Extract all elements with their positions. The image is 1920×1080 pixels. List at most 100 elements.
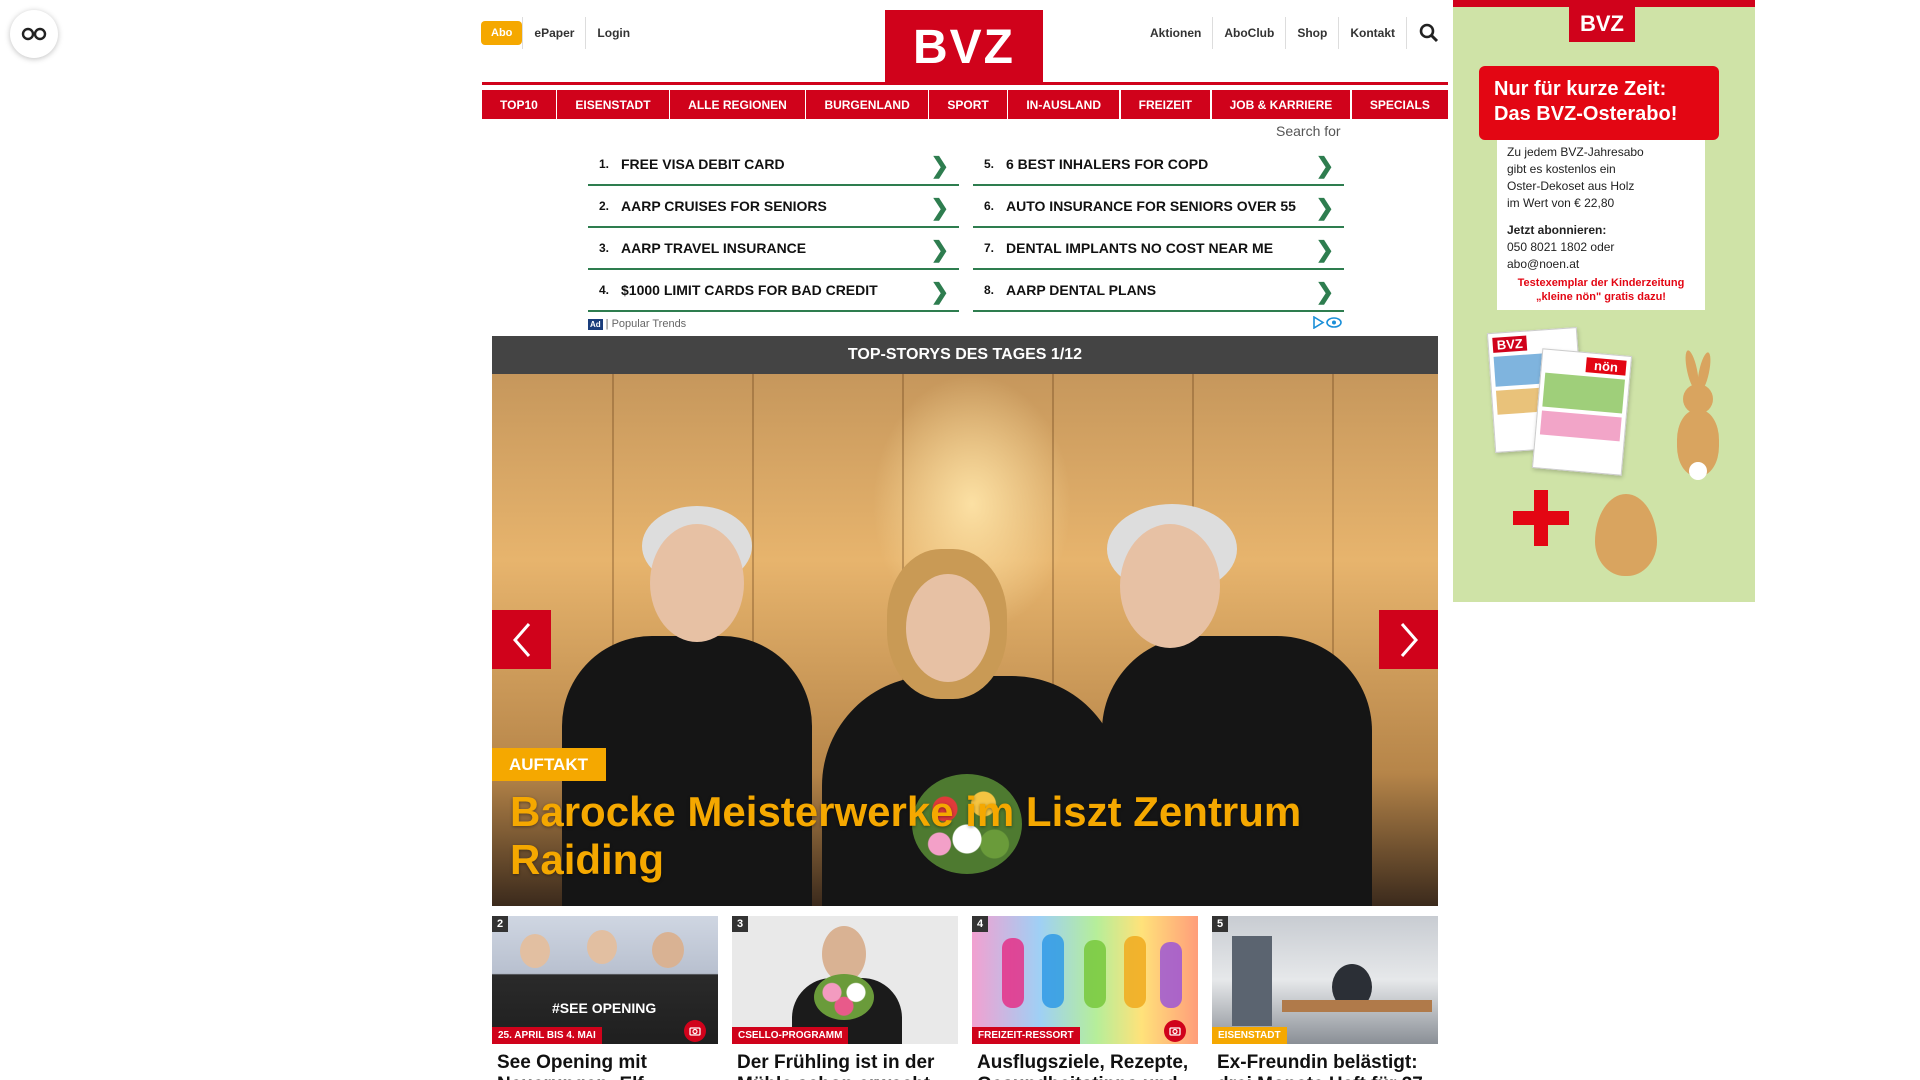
- ad-body-line: im Wert von € 22,80: [1507, 196, 1615, 210]
- ad-text: AARP TRAVEL INSURANCE: [621, 240, 807, 256]
- ad-text: AARP DENTAL PLANS: [1006, 282, 1157, 298]
- kontakt-link[interactable]: Kontakt: [1339, 17, 1407, 49]
- hero-title[interactable]: Barocke Meisterwerke im Liszt Zentrum Ra…: [510, 788, 1410, 884]
- nav-eisenstadt[interactable]: EISENSTADT: [557, 90, 669, 119]
- story-title: Ausflugsziele, Rezepte, Gesundheitstipps…: [977, 1052, 1189, 1080]
- ad-body-line: Zu jedem BVZ-Jahresabo: [1507, 145, 1644, 159]
- ad-text: FREE VISA DEBIT CARD: [621, 156, 785, 172]
- chevron-left-icon: [512, 622, 530, 657]
- chevron-right-icon: ❯: [1315, 237, 1334, 262]
- plus-icon: [1513, 490, 1569, 546]
- sponsored-links: 1. FREE VISA DEBIT CARD ❯ 5. 6 BEST INHALER…: [588, 144, 1344, 332]
- camera-icon: [684, 1020, 706, 1042]
- story-card[interactable]: 4 FREIZEIT-RESSORT Ausflugsziele, Rezept…: [972, 916, 1198, 1080]
- ads-footer: Ad | Popular Trends: [588, 315, 1342, 332]
- nav-top10[interactable]: TOP10: [482, 90, 556, 119]
- hero-category-label[interactable]: AUFTAKT: [492, 748, 606, 781]
- chevron-right-icon: ❯: [1315, 195, 1334, 220]
- ads-search-label: Search for: [1276, 123, 1341, 139]
- ad-text: $1000 LIMIT CARDS FOR BAD CREDIT: [621, 282, 878, 298]
- popular-trends-label: | Popular Trends: [605, 318, 687, 330]
- ad-contact-line: 050 8021 1802 oder: [1507, 240, 1615, 254]
- nav-alle-regionen[interactable]: ALLE REGIONEN: [670, 90, 805, 119]
- ad-headline-line-2: Das BVZ-Osterabo!: [1494, 103, 1678, 125]
- story-tag: EISENSTADT: [1212, 1027, 1287, 1044]
- magazine-logo: nön: [1585, 357, 1627, 376]
- ad-promo-line-2: „kleine nön" gratis dazu!: [1536, 291, 1666, 303]
- ad-badge: Ad: [588, 319, 603, 330]
- story-card[interactable]: 3 CSELLO-PROGRAMM Der Frühling ist in de…: [732, 916, 958, 1080]
- story-rank: 3: [732, 916, 749, 932]
- story-title: Ex-Freundin belästigt: drei Monate Haft …: [1217, 1052, 1429, 1080]
- chevron-right-icon: ❯: [930, 153, 949, 178]
- carousel-prev-button[interactable]: [492, 610, 551, 669]
- reader-mode-button[interactable]: [10, 10, 58, 58]
- login-link[interactable]: Login: [585, 17, 641, 49]
- epaper-link[interactable]: ePaper: [522, 17, 585, 49]
- nav-in-ausland[interactable]: IN-AUSLAND: [1008, 90, 1120, 119]
- carousel-next-button[interactable]: [1379, 610, 1438, 669]
- ad-number: 2.: [599, 199, 610, 213]
- story-image: 4 FREIZEIT-RESSORT: [972, 916, 1198, 1044]
- ad-link[interactable]: 3. AARP TRAVEL INSURANCE ❯: [588, 228, 959, 270]
- header-right-links: Aktionen AboClub Shop Kontakt: [1139, 13, 1445, 53]
- main-nav: TOP10 EISENSTADT ALLE REGIONEN BURGENLAN…: [482, 90, 1448, 119]
- story-tag: CSELLO-PROGRAMM: [732, 1027, 849, 1044]
- story-rank: 4: [972, 916, 989, 932]
- ad-headline-line-1: Nur für kurze Zeit:: [1494, 78, 1667, 100]
- story-title: Der Frühling ist in der Mühle schon erwa…: [737, 1052, 935, 1080]
- ad-text: AUTO INSURANCE FOR SENIORS OVER 55: [1006, 198, 1296, 214]
- aktionen-link[interactable]: Aktionen: [1139, 17, 1214, 49]
- story-image: 5 EISENSTADT: [1212, 916, 1438, 1044]
- ad-text: AARP CRUISES FOR SENIORS: [621, 198, 827, 214]
- ad-link[interactable]: 8. AARP DENTAL PLANS ❯: [973, 270, 1344, 312]
- story-rank: 5: [1212, 916, 1229, 932]
- abo-button[interactable]: Abo: [481, 21, 523, 45]
- ad-logo: BVZ: [1569, 6, 1635, 42]
- nav-job-karriere[interactable]: JOB & KARRIERE: [1211, 90, 1351, 119]
- story-card[interactable]: 5 EISENSTADT Ex-Freundin belästigt: drei…: [1212, 916, 1438, 1080]
- nav-specials[interactable]: SPECIALS: [1351, 90, 1448, 119]
- ad-magazines: BVZ nön: [1486, 327, 1633, 480]
- search-icon[interactable]: [1413, 17, 1445, 49]
- ad-text: DENTAL IMPLANTS NO COST NEAR ME: [1006, 240, 1274, 256]
- ad-body-line: Oster-Dekoset aus Holz: [1507, 179, 1635, 193]
- story-image: 3 CSELLO-PROGRAMM: [732, 916, 958, 1044]
- story-image-overlay-text: #SEE OPENING: [552, 1000, 657, 1016]
- aboclub-link[interactable]: AboClub: [1213, 17, 1287, 49]
- ad-number: 7.: [984, 241, 995, 255]
- ad-contact-line: abo@noen.at: [1507, 257, 1580, 271]
- ad-cta: Jetzt abonnieren:: [1507, 223, 1607, 237]
- ad-link[interactable]: 7. DENTAL IMPLANTS NO COST NEAR ME ❯: [973, 228, 1344, 270]
- nav-sport[interactable]: SPORT: [929, 90, 1007, 119]
- glasses-icon: [21, 27, 47, 41]
- ad-link[interactable]: 4. $1000 LIMIT CARDS FOR BAD CREDIT ❯: [588, 270, 959, 312]
- site-logo[interactable]: BVZ: [885, 10, 1043, 84]
- ad-number: 6.: [984, 199, 995, 213]
- ad-promo-line-1: Testexemplar der Kinderzeitung: [1517, 277, 1685, 289]
- shop-link[interactable]: Shop: [1286, 17, 1340, 49]
- side-advertisement[interactable]: BVZ Nur für kurze Zeit: Das BVZ-Osterabo…: [1453, 0, 1755, 602]
- ad-number: 5.: [984, 157, 995, 171]
- chevron-right-icon: ❯: [930, 237, 949, 262]
- ad-number: 3.: [599, 241, 610, 255]
- ad-link[interactable]: 1. FREE VISA DEBIT CARD ❯: [588, 144, 959, 186]
- chevron-right-icon: ❯: [1315, 279, 1334, 304]
- ad-link[interactable]: 5. 6 BEST INHALERS FOR COPD ❯: [973, 144, 1344, 186]
- ad-number: 1.: [599, 157, 610, 171]
- ad-text: 6 BEST INHALERS FOR COPD: [1006, 156, 1209, 172]
- ad-link[interactable]: 2. AARP CRUISES FOR SENIORS ❯: [588, 186, 959, 228]
- ads-footer-label: Ad | Popular Trends: [588, 318, 686, 330]
- story-title: See Opening mit Neuerungen: Elf: [497, 1052, 647, 1080]
- adchoices-icon[interactable]: [1312, 315, 1342, 332]
- ad-number: 4.: [599, 283, 610, 297]
- egg-decoration: [1595, 494, 1657, 576]
- header-divider: [482, 82, 1448, 85]
- story-tag: FREIZEIT-RESSORT: [972, 1027, 1080, 1044]
- story-cards: #SEE OPENING 2 25. APRIL BIS 4. MAI See …: [492, 916, 1438, 1080]
- nav-burgenland[interactable]: BURGENLAND: [806, 90, 928, 119]
- chevron-right-icon: [1400, 622, 1418, 657]
- nav-freizeit[interactable]: FREIZEIT: [1120, 90, 1210, 119]
- ad-link[interactable]: 6. AUTO INSURANCE FOR SENIORS OVER 55 ❯: [973, 186, 1344, 228]
- story-card[interactable]: #SEE OPENING 2 25. APRIL BIS 4. MAI See …: [492, 916, 718, 1080]
